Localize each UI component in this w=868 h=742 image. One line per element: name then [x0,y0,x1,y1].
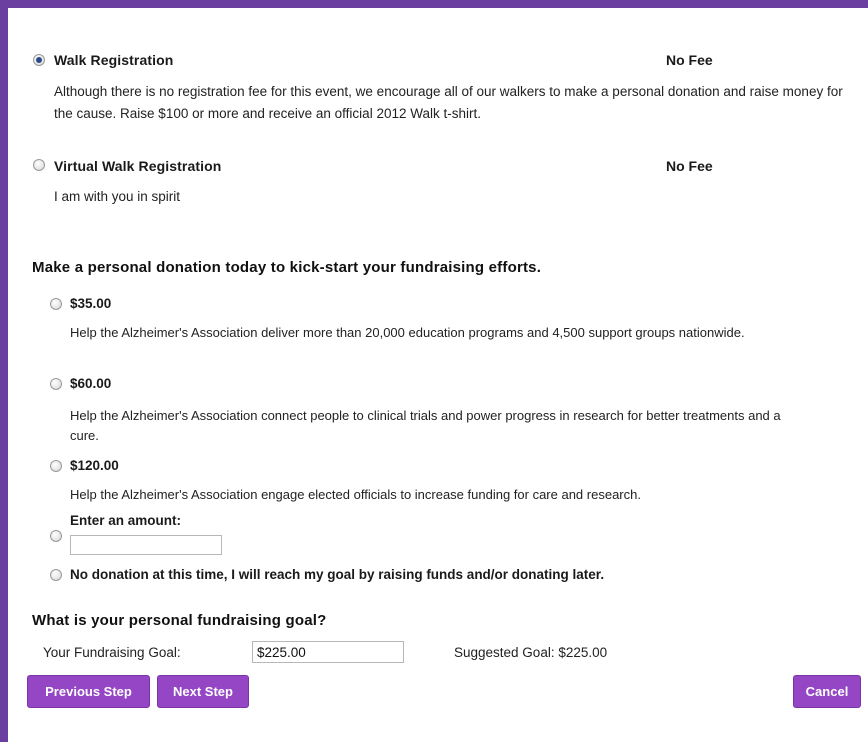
virtual-walk-registration-radio[interactable] [33,159,45,171]
custom-amount-input[interactable] [70,535,222,555]
custom-amount-label: Enter an amount: [70,513,182,528]
suggested-goal: Suggested Goal: $225.00 [454,645,608,660]
donation-heading: Make a personal donation today to kick-s… [32,259,542,276]
donation-120-amount: $120.00 [70,458,119,473]
registration-panel: Walk Registration No Fee Although there … [0,0,868,742]
virtual-walk-registration-fee: No Fee [666,158,713,174]
virtual-walk-registration-title: Virtual Walk Registration [54,158,222,174]
fundraising-goal-input[interactable] [252,641,404,663]
no-donation-label: No donation at this time, I will reach m… [70,567,605,582]
cancel-button[interactable]: Cancel [793,675,861,708]
donation-60-description: Help the Alzheimer's Association connect… [70,408,781,443]
donation-60-amount: $60.00 [70,376,112,391]
no-donation-radio[interactable] [50,569,62,581]
virtual-walk-registration-description: I am with you in spirit [54,189,181,204]
donation-120-description: Help the Alzheimer's Association engage … [70,487,641,502]
donation-120-radio[interactable] [50,460,62,472]
walk-registration-radio[interactable] [33,54,45,66]
donation-35-description: Help the Alzheimer's Association deliver… [70,325,745,340]
donation-35-amount: $35.00 [70,296,112,311]
donation-35-radio[interactable] [50,298,62,310]
custom-amount-radio[interactable] [50,530,62,542]
donation-60-radio[interactable] [50,378,62,390]
next-step-button[interactable]: Next Step [157,675,249,708]
walk-registration-fee: No Fee [666,52,713,68]
walk-registration-description: Although there is no registration fee fo… [54,84,843,121]
walk-registration-title: Walk Registration [54,52,174,68]
goal-label: Your Fundraising Goal: [43,645,181,660]
previous-step-button[interactable]: Previous Step [27,675,150,708]
goal-heading: What is your personal fundraising goal? [32,612,327,629]
